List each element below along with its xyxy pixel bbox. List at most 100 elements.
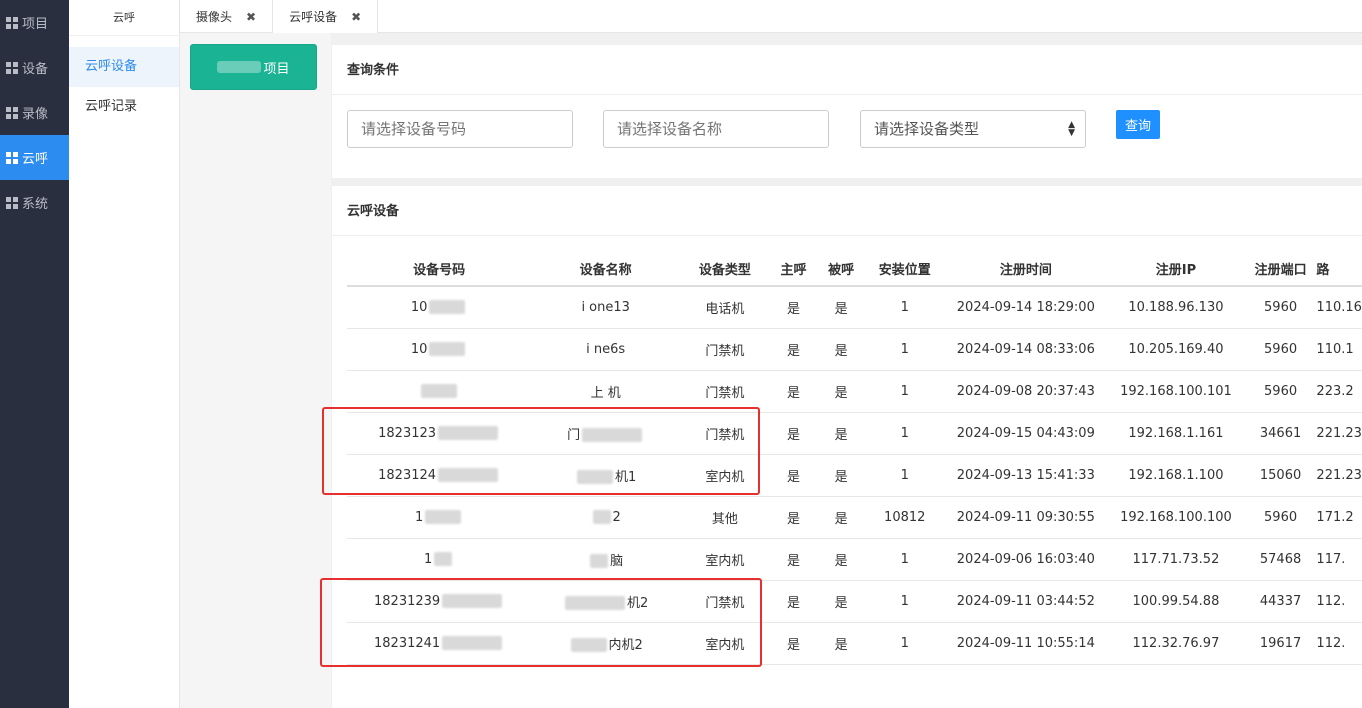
- cell-reg-port: 44337: [1244, 580, 1317, 623]
- col-device-name[interactable]: 设备名称: [531, 252, 681, 287]
- cell-location: 1: [864, 580, 945, 623]
- submenu-item-cloud-device[interactable]: 云呼设备: [69, 47, 179, 87]
- cell-reg-ip: 10.188.96.130: [1107, 286, 1245, 329]
- cell-reg-port: 19617: [1244, 622, 1317, 665]
- cell-device-type: 门禁机: [680, 370, 770, 413]
- col-reg-time[interactable]: 注册时间: [944, 252, 1108, 287]
- nav-item-label: 项目: [22, 17, 49, 32]
- cell-device-type: 电话机: [680, 286, 770, 329]
- col-device-no[interactable]: 设备号码: [347, 252, 532, 287]
- cell-reg-time: 2024-09-08 20:37:43: [944, 370, 1108, 413]
- cell-reg-port: 5960: [1244, 328, 1317, 371]
- cell-location: 10812: [864, 496, 945, 539]
- cell-route: 112.: [1316, 580, 1362, 623]
- table-row[interactable]: 上 机 门禁机 是 是 1 2024-09-08 20:37:43 192.16…: [347, 370, 1362, 413]
- tab-cloud-device[interactable]: 云呼设备 ✖: [273, 0, 379, 33]
- cell-device-type: 门禁机: [680, 412, 770, 455]
- cell-reg-ip: 192.168.100.100: [1107, 496, 1245, 539]
- close-icon[interactable]: ✖: [246, 10, 256, 24]
- table-body: 10 i one13 电话机 是 是 1 2024-09-14 18:29:00…: [347, 286, 1362, 665]
- submenu-item-cloud-record[interactable]: 云呼记录: [69, 87, 179, 127]
- cell-device-no: 1823124: [347, 454, 532, 497]
- cell-route: 117.: [1316, 538, 1362, 581]
- grid-icon: [6, 61, 18, 74]
- nav-item-system[interactable]: 系统: [0, 180, 69, 225]
- add-project-button[interactable]: 项目: [190, 44, 317, 90]
- cell-reg-time: 2024-09-11 10:55:14: [944, 622, 1108, 665]
- col-location[interactable]: 安装位置: [864, 252, 945, 287]
- table-row[interactable]: 1 2 其他 是 是 10812 2024-09-11 09:30:55 192…: [347, 496, 1362, 539]
- col-caller[interactable]: 主呼: [769, 252, 818, 287]
- col-route[interactable]: 路: [1316, 252, 1362, 287]
- cell-device-type: 室内机: [680, 538, 770, 581]
- table-row[interactable]: 10 i one13 电话机 是 是 1 2024-09-14 18:29:00…: [347, 286, 1362, 329]
- nav-item-device[interactable]: 设备: [0, 45, 69, 90]
- cell-location: 1: [864, 622, 945, 665]
- cell-device-no: [347, 370, 532, 413]
- cell-device-no: 1823123: [347, 412, 532, 455]
- submenu-title: 云呼: [69, 0, 179, 36]
- table-row[interactable]: 1 脑 室内机 是 是 1 2024-09-06 16:03:40 117.71…: [347, 538, 1362, 581]
- cell-reg-ip: 192.168.100.101: [1107, 370, 1245, 413]
- grid-icon: [6, 196, 18, 209]
- cell-reg-ip: 192.168.1.161: [1107, 412, 1245, 455]
- tab-label: 云呼设备: [289, 10, 338, 24]
- cell-location: 1: [864, 538, 945, 581]
- close-icon[interactable]: ✖: [351, 10, 361, 24]
- device-name-input[interactable]: [603, 110, 829, 148]
- table-row[interactable]: 10 i ne6s 门禁机 是 是 1 2024-09-14 08:33:06 …: [347, 328, 1362, 371]
- table-row[interactable]: 1823124 机1 室内机 是 是 1 2024-09-13 15:41:33…: [347, 454, 1362, 497]
- cell-reg-port: 5960: [1244, 370, 1317, 413]
- cell-reg-time: 2024-09-15 04:43:09: [944, 412, 1108, 455]
- cell-device-name: i ne6s: [531, 328, 681, 371]
- cell-location: 1: [864, 454, 945, 497]
- cell-route: 110.1: [1316, 328, 1362, 371]
- cell-reg-time: 2024-09-06 16:03:40: [944, 538, 1108, 581]
- cell-device-no: 1: [347, 538, 532, 581]
- query-panel: 查询条件 请选择设备类型 ▲▼ 查询: [332, 45, 1362, 178]
- action-column: 项目: [180, 33, 331, 708]
- cell-reg-time: 2024-09-11 03:44:52: [944, 580, 1108, 623]
- nav-item-project[interactable]: 项目: [0, 0, 69, 45]
- nav-item-cloud-call[interactable]: 云呼: [0, 135, 69, 180]
- grid-icon: [6, 16, 18, 29]
- table-row[interactable]: 1823123 门 门禁机 是 是 1 2024-09-15 04:43:09 …: [347, 412, 1362, 455]
- col-reg-port[interactable]: 注册端口: [1244, 252, 1317, 287]
- table-row[interactable]: 18231239 机2 门禁机 是 是 1 2024-09-11 03:44:5…: [347, 580, 1362, 623]
- cell-callee: 是: [817, 580, 865, 623]
- cell-callee: 是: [817, 286, 865, 329]
- device-type-select[interactable]: 请选择设备类型 ▲ ▼: [860, 110, 1086, 148]
- nav-item-label: 录像: [22, 107, 49, 122]
- tab-camera[interactable]: 摄像头 ✖: [180, 0, 274, 33]
- cell-caller: 是: [769, 370, 818, 413]
- nav-item-label: 系统: [22, 197, 49, 212]
- cell-route: 221.23: [1316, 412, 1362, 455]
- cell-device-name: 机2: [531, 580, 681, 623]
- cell-reg-time: 2024-09-13 15:41:33: [944, 454, 1108, 497]
- submenu: 云呼 云呼设备 云呼记录: [69, 0, 180, 708]
- cell-device-name: 上 机: [531, 370, 681, 413]
- cell-reg-time: 2024-09-14 08:33:06: [944, 328, 1108, 371]
- cell-caller: 是: [769, 580, 818, 623]
- cell-callee: 是: [817, 454, 865, 497]
- device-number-input[interactable]: [347, 110, 573, 148]
- cell-device-name: 脑: [531, 538, 681, 581]
- cell-location: 1: [864, 412, 945, 455]
- col-device-type[interactable]: 设备类型: [680, 252, 770, 287]
- cell-reg-ip: 10.205.169.40: [1107, 328, 1245, 371]
- query-panel-title: 查询条件: [332, 45, 1362, 95]
- cell-reg-ip: 117.71.73.52: [1107, 538, 1245, 581]
- cell-caller: 是: [769, 286, 818, 329]
- cell-callee: 是: [817, 622, 865, 665]
- tab-bar: 摄像头 ✖ 云呼设备 ✖: [180, 0, 1362, 33]
- col-callee[interactable]: 被呼: [817, 252, 865, 287]
- cell-callee: 是: [817, 538, 865, 581]
- table-row[interactable]: 18231241 内机2 室内机 是 是 1 2024-09-11 10:55:…: [347, 622, 1362, 665]
- query-button[interactable]: 查询: [1116, 110, 1160, 139]
- cell-route: 112.: [1316, 622, 1362, 665]
- grid-icon: [6, 151, 18, 164]
- col-reg-ip[interactable]: 注册IP: [1107, 252, 1245, 287]
- nav-item-recording[interactable]: 录像: [0, 90, 69, 135]
- cell-reg-port: 5960: [1244, 286, 1317, 329]
- cell-caller: 是: [769, 622, 818, 665]
